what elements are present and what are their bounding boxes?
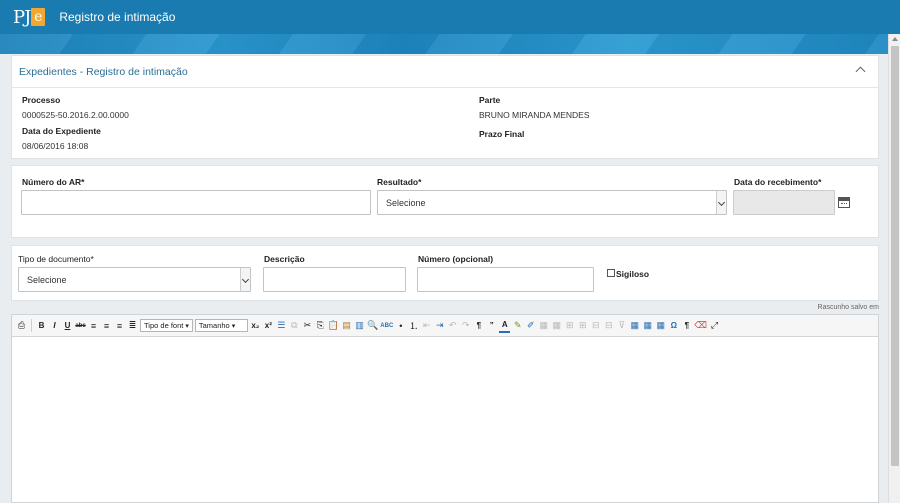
paragraph-icon[interactable]: ¶ <box>473 319 484 333</box>
draft-status: Rascunho salvo em <box>817 304 879 311</box>
logo-text: PJ <box>13 6 31 28</box>
italic-icon[interactable]: I <box>49 319 60 333</box>
cut-icon[interactable]: ✂ <box>302 319 313 333</box>
bold-icon[interactable]: B <box>36 319 47 333</box>
copy-icon[interactable]: ⎘ <box>315 319 326 333</box>
tipo-documento-select[interactable]: Selecione <box>18 267 251 292</box>
chevron-down-icon[interactable] <box>240 268 250 291</box>
indent-icon[interactable]: ⇥ <box>434 319 445 333</box>
table-icon[interactable]: ▦ <box>629 319 640 333</box>
undo-icon[interactable]: ↶ <box>447 319 458 333</box>
panel-title: Expedientes - Registro de intimação <box>19 65 188 78</box>
logo-e-badge: e <box>31 8 46 26</box>
toolbar-separator <box>31 319 32 332</box>
align-left-icon[interactable]: ≡ <box>88 319 99 333</box>
subscript-icon[interactable]: x₂ <box>250 319 261 333</box>
omega-icon[interactable]: Ω <box>668 319 679 333</box>
justify-icon[interactable]: ≣ <box>127 319 138 333</box>
cell-dim-icon: ⊞ <box>579 320 587 330</box>
paste-dim-icon: ⧉ <box>291 320 298 330</box>
pilcrow-icon[interactable]: ¶ <box>681 319 692 333</box>
table-icon[interactable]: ▦ <box>642 319 653 333</box>
table-icon[interactable]: ▦ <box>655 319 666 333</box>
calendar-icon[interactable] <box>838 197 850 208</box>
ar-panel: Número do AR* Resultado* Selecione Data … <box>11 165 879 238</box>
parte-label: Parte <box>479 95 501 105</box>
resultado-label: Resultado* <box>377 177 422 187</box>
documento-panel: Tipo de documento* Selecione Descrição N… <box>11 245 879 301</box>
superscript-icon[interactable]: x² <box>263 319 274 333</box>
tipo-documento-label: Tipo de documento* <box>18 254 94 264</box>
data-recebimento-input[interactable] <box>733 190 835 215</box>
paste-text-icon[interactable]: ▤ <box>341 319 352 333</box>
editor-toolbar: ⎙ B I U abc ≡ ≡ ≡ ≣ Tipo de font Tamanho… <box>12 315 878 337</box>
numero-ar-label: Número do AR* <box>22 177 85 187</box>
processo-value: 0000525-50.2016.2.00.0000 <box>22 110 129 120</box>
prazo-final-label: Prazo Final <box>479 129 525 139</box>
tipo-documento-selected: Selecione <box>27 275 67 285</box>
sigiloso-checkbox[interactable] <box>607 269 615 277</box>
data-recebimento-label: Data do recebimento* <box>734 177 822 187</box>
underline-icon[interactable]: U <box>62 319 73 333</box>
pje-logo[interactable]: PJ e <box>13 6 46 28</box>
numero-opcional-label: Número (opcional) <box>418 254 494 264</box>
find-icon[interactable]: 🔍 <box>367 319 378 333</box>
filter-dim-icon: ⊽ <box>618 320 626 330</box>
list-icon[interactable]: ☰ <box>276 319 287 333</box>
outdent-icon[interactable]: ⇤ <box>421 319 432 333</box>
highlight-icon[interactable]: ✎ <box>512 319 523 333</box>
descricao-input[interactable] <box>263 267 406 292</box>
font-size-dropdown[interactable]: Tamanho <box>194 319 248 332</box>
bullet-list-icon[interactable]: • <box>395 319 406 333</box>
numero-opcional-input[interactable] <box>417 267 594 292</box>
resultado-select[interactable]: Selecione <box>377 190 727 215</box>
editor-content-area[interactable] <box>12 337 878 503</box>
descricao-label: Descrição <box>264 254 305 264</box>
align-center-icon[interactable]: ≡ <box>101 319 112 333</box>
cell-dim-icon: ⊟ <box>592 320 600 330</box>
quote-icon[interactable]: ” <box>486 319 497 333</box>
resultado-selected: Selecione <box>386 198 426 208</box>
cell-dim-icon: ⊟ <box>605 320 613 330</box>
numbered-list-icon[interactable]: ⒈ <box>408 319 419 333</box>
font-family-dropdown[interactable]: Tipo de font <box>140 319 193 332</box>
scroll-thumb[interactable] <box>891 46 899 466</box>
eraser-icon[interactable]: ⌫ <box>694 319 707 333</box>
redo-icon[interactable]: ↷ <box>460 319 471 333</box>
page-scrollbar[interactable] <box>888 34 900 503</box>
text-color-icon[interactable]: A <box>499 319 511 333</box>
sigiloso-label: Sigiloso <box>616 269 650 279</box>
edit-icon[interactable]: ✐ <box>525 319 536 333</box>
data-expediente-value: 08/06/2016 18:08 <box>22 141 89 151</box>
strikethrough-icon[interactable]: abc <box>75 319 86 333</box>
app-title: Registro de intimação <box>59 10 176 24</box>
rich-text-editor: ⎙ B I U abc ≡ ≡ ≡ ≣ Tipo de font Tamanho… <box>11 314 879 503</box>
collapse-chevron-icon[interactable] <box>855 66 866 77</box>
panel-header[interactable]: Expedientes - Registro de intimação <box>12 56 878 88</box>
scroll-up-arrow-icon[interactable] <box>892 37 898 41</box>
numero-ar-input[interactable] <box>21 190 371 215</box>
table-dim-icon: ▦ <box>552 320 562 330</box>
header-band <box>0 34 900 54</box>
print-icon[interactable]: ⎙ <box>16 319 27 333</box>
processo-label: Processo <box>22 95 61 105</box>
paste-word-icon[interactable]: ▥ <box>354 319 365 333</box>
spellcheck-icon[interactable]: ABC <box>380 319 393 333</box>
align-right-icon[interactable]: ≡ <box>114 319 125 333</box>
data-expediente-label: Data do Expediente <box>22 126 101 136</box>
parte-value: BRUNO MIRANDA MENDES <box>479 110 590 120</box>
paste-icon[interactable]: 📋 <box>328 319 339 333</box>
cell-dim-icon: ⊞ <box>566 320 574 330</box>
fullscreen-icon[interactable]: ⤢ <box>709 319 720 333</box>
top-bar: PJ e Registro de intimação <box>0 0 900 34</box>
expediente-details-panel: Expedientes - Registro de intimação Proc… <box>11 55 879 159</box>
chevron-down-icon[interactable] <box>716 191 726 214</box>
table-dim-icon: ▦ <box>539 320 549 330</box>
